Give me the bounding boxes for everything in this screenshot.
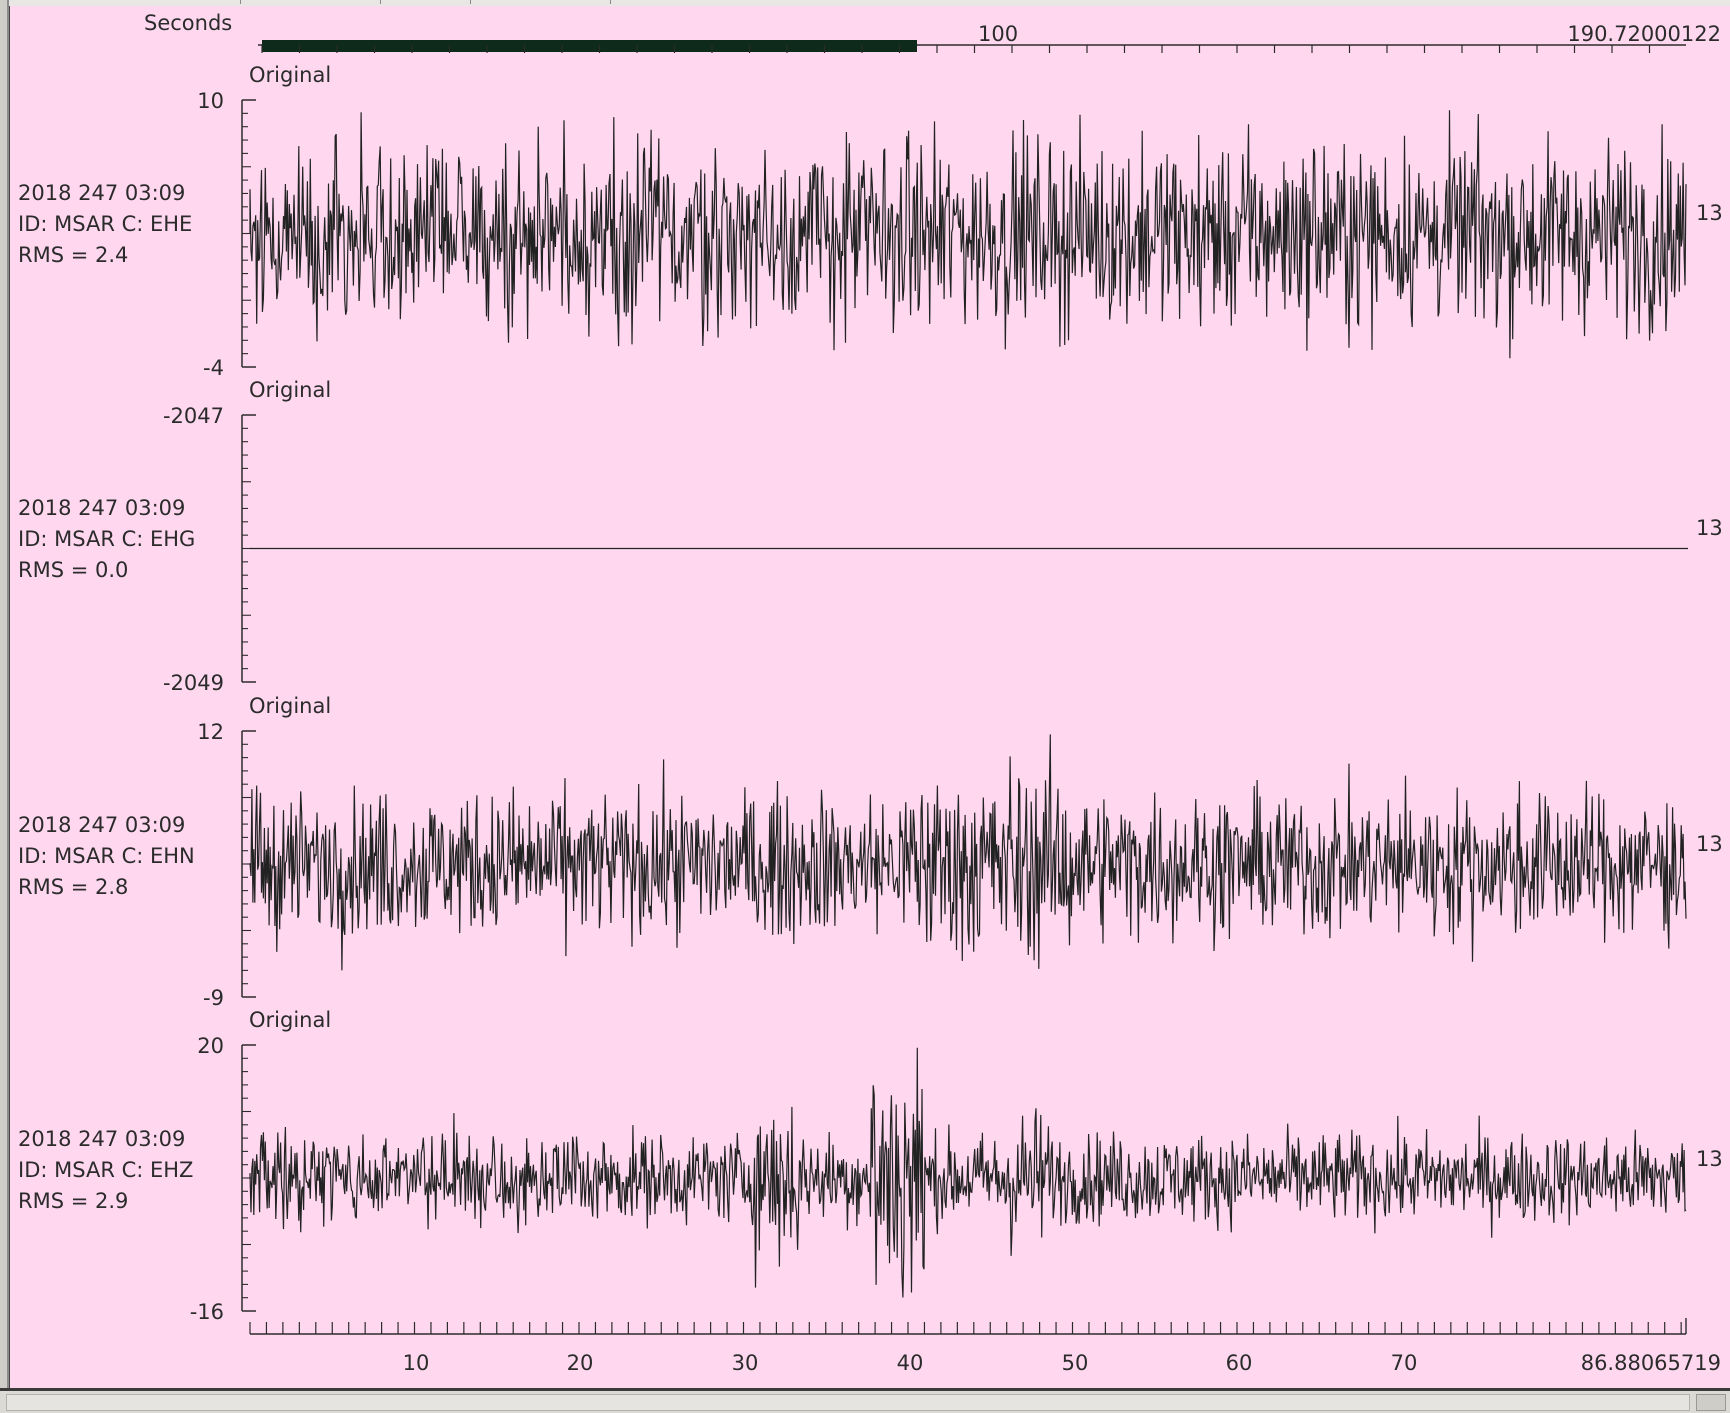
trace-ymax-label: 10	[197, 89, 224, 113]
trace-mode-label: Original	[249, 378, 331, 402]
trace-rms-label: RMS = 2.9	[18, 1189, 128, 1213]
trace-rms-label: RMS = 2.8	[18, 875, 128, 899]
trace-rms-label: RMS = 0.0	[18, 558, 128, 582]
time-tick-label: 60	[1226, 1351, 1253, 1375]
trace-id-label: ID: MSAR C: EHG	[18, 527, 195, 551]
trace-ymin-label: -16	[190, 1300, 224, 1324]
horizontal-scrollbar[interactable]	[0, 1388, 1730, 1413]
trace-date-label: 2018 247 03:09	[18, 1127, 185, 1151]
time-tick-label-end: 86.88065719	[1581, 1351, 1721, 1375]
trace-amplitude-axis	[241, 99, 256, 368]
trace-mode-label: Original	[249, 63, 331, 87]
trace-ymax-label: 20	[197, 1034, 224, 1058]
time-tick-label: 20	[567, 1351, 594, 1375]
top-tab[interactable]	[90, 0, 241, 4]
time-axis-ticks	[249, 1318, 1687, 1334]
trace-id-label: ID: MSAR C: EHZ	[18, 1158, 193, 1182]
waveform-trace	[249, 1047, 1687, 1298]
overview-axis-end-label: 190.72000122	[1567, 22, 1721, 46]
trace-date-label: 2018 247 03:09	[18, 813, 185, 837]
trace-date-label: 2018 247 03:09	[18, 496, 185, 520]
trace-id-label: ID: MSAR C: EHE	[18, 212, 192, 236]
trace-mode-label: Original	[249, 694, 331, 718]
trace-panel-ehn[interactable]: Original 2018 247 03:09 ID: MSAR C: EHN …	[18, 694, 1723, 1010]
trace-ymax-label: -2047	[163, 404, 224, 428]
overview-visible-window-bar[interactable]	[262, 40, 917, 52]
time-tick-label: 40	[897, 1351, 924, 1375]
time-tick-label: 50	[1062, 1351, 1089, 1375]
trace-date-label: 2018 247 03:09	[18, 181, 185, 205]
seismogram-canvas[interactable]: Seconds 100 190.72000122 Original 2018 2…	[10, 6, 1730, 1388]
top-tab[interactable]	[380, 0, 471, 4]
overview-axis-title: Seconds	[144, 11, 232, 35]
trace-rms-label: RMS = 2.4	[18, 243, 128, 267]
trace-ymin-label: -9	[203, 986, 224, 1010]
waveform-trace	[249, 110, 1687, 359]
overview-axis-mid-label: 100	[978, 22, 1018, 46]
time-tick-label: 70	[1391, 1351, 1418, 1375]
trace-panel-ehz[interactable]: Original 2018 247 03:09 ID: MSAR C: EHZ …	[18, 1008, 1723, 1324]
trace-right-label: 13	[1696, 1147, 1723, 1171]
scrollbar-corner-button[interactable]	[1696, 1394, 1726, 1411]
top-tab[interactable]	[240, 0, 381, 4]
scrollbar-track[interactable]	[6, 1394, 1690, 1411]
overview-axis[interactable]: Seconds 100 190.72000122	[144, 11, 1721, 53]
time-tick-label: 10	[403, 1351, 430, 1375]
time-axis[interactable]: 10 20 30 40 50 60 70 86.88065719	[249, 1318, 1721, 1375]
window-left-frame	[0, 0, 9, 1392]
trace-right-label: 13	[1696, 832, 1723, 856]
trace-ymin-label: -4	[203, 356, 224, 380]
trace-panel-ehg[interactable]: Original 2018 247 03:09 ID: MSAR C: EHG …	[18, 378, 1723, 695]
trace-right-label: 13	[1696, 201, 1723, 225]
trace-panel-ehe[interactable]: Original 2018 247 03:09 ID: MSAR C: EHE …	[18, 63, 1723, 380]
trace-ymax-label: 12	[197, 720, 224, 744]
trace-id-label: ID: MSAR C: EHN	[18, 844, 195, 868]
top-tab[interactable]	[470, 0, 611, 4]
waveform-trace	[249, 734, 1687, 971]
trace-right-label: 13	[1696, 516, 1723, 540]
time-tick-label: 30	[732, 1351, 759, 1375]
trace-ymin-label: -2049	[163, 671, 224, 695]
seismogram-plot-panel[interactable]: Seconds 100 190.72000122 Original 2018 2…	[9, 6, 1730, 1388]
trace-mode-label: Original	[249, 1008, 331, 1032]
